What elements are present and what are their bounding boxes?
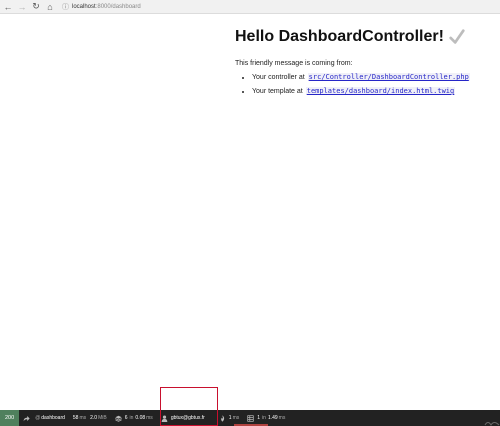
twig-icon bbox=[220, 414, 224, 422]
home-icon[interactable]: ⌂ bbox=[44, 1, 56, 13]
user-email: gbtux@gbtux.fr bbox=[170, 415, 205, 421]
memory-usage: 2.0 bbox=[90, 415, 98, 421]
forward-icon[interactable]: → bbox=[16, 1, 28, 13]
request-time: 58 bbox=[72, 415, 79, 421]
symfony-logo-icon[interactable] bbox=[484, 420, 500, 426]
db-queries: 1 bbox=[257, 415, 261, 421]
url-path: :8000/dashboard bbox=[95, 3, 141, 10]
database-icon bbox=[247, 414, 254, 422]
cache-calls: 6 bbox=[124, 415, 128, 421]
request-time-unit: ms bbox=[79, 415, 87, 421]
memory-unit: MiB bbox=[98, 415, 107, 421]
toolbar-right bbox=[484, 410, 500, 426]
list-item: Your template attemplates/dashboard/inde… bbox=[252, 87, 497, 96]
twig-unit: ms bbox=[232, 415, 240, 421]
page-title: Hello DashboardController! bbox=[235, 28, 497, 46]
db-sep: in bbox=[262, 415, 266, 421]
controller-path-link[interactable]: src/Controller/DashboardController.php bbox=[307, 73, 470, 81]
intro-text: This friendly message is coming from: bbox=[235, 60, 353, 67]
security-user-panel[interactable]: gbtux@gbtux.fr bbox=[157, 410, 209, 426]
route-name: dashboard bbox=[41, 415, 65, 421]
template-path-link[interactable]: templates/dashboard/index.html.twig bbox=[305, 87, 456, 95]
source-file-list: Your controller atsrc/Controller/Dashboa… bbox=[235, 73, 497, 96]
cache-time: 0.08 bbox=[135, 415, 146, 421]
info-icon: ⓘ bbox=[62, 3, 69, 11]
reload-icon[interactable]: ↻ bbox=[30, 1, 42, 13]
page-title-text: Hello DashboardController! bbox=[235, 28, 444, 45]
list-item: Your controller atsrc/Controller/Dashboa… bbox=[252, 73, 497, 82]
url-host: localhost bbox=[72, 3, 96, 10]
db-time: 1.49 bbox=[267, 415, 278, 421]
template-label: Your template at bbox=[252, 88, 303, 95]
twig-time: 1 bbox=[228, 415, 232, 421]
user-icon bbox=[161, 414, 168, 422]
db-unit: ms bbox=[278, 415, 286, 421]
status-code: 200 bbox=[5, 415, 15, 421]
cache-unit: ms bbox=[146, 415, 153, 421]
browser-toolbar: ← → ↻ ⌂ ⓘ localhost :8000/dashboard bbox=[0, 0, 500, 14]
cache-layers-icon bbox=[114, 415, 122, 422]
cache-sep: in bbox=[129, 415, 134, 421]
controller-label: Your controller at bbox=[252, 74, 305, 81]
cache-panel[interactable]: 6 in 0.08 ms bbox=[111, 410, 157, 426]
route-prefix: @ bbox=[35, 415, 41, 421]
check-mark-icon bbox=[449, 29, 465, 44]
address-bar[interactable]: ⓘ localhost :8000/dashboard bbox=[62, 1, 141, 12]
redirect-arrow-icon bbox=[23, 415, 30, 421]
performance-panel[interactable]: 58 ms 2.0 MiB bbox=[69, 410, 111, 426]
status-code-badge[interactable]: 200 bbox=[0, 410, 20, 426]
back-icon[interactable]: ← bbox=[2, 1, 14, 13]
route-panel[interactable]: @ dashboard bbox=[19, 410, 69, 426]
page-content: Hello DashboardController! This friendly… bbox=[235, 28, 497, 101]
